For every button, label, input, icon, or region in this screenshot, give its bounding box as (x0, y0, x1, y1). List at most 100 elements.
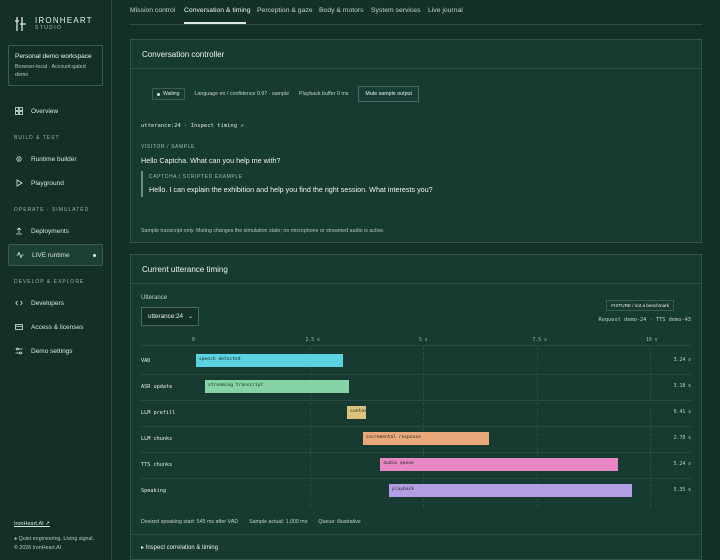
x-tick-label: 2.5 s (305, 338, 320, 343)
inspect-timing-link[interactable]: utterance:24 · Inspect timing ↗ (141, 123, 244, 129)
brand-name: IRONHEART (35, 16, 93, 25)
upload-icon (16, 227, 22, 235)
nav-playground-label: Playground (31, 179, 64, 187)
reply-block: CAPTCHA / SCRIPTED EXAMPLE Hello. I can … (141, 171, 441, 197)
row-value: 5.24 s (673, 462, 691, 467)
timing-bar[interactable]: incremental response (362, 432, 489, 445)
row-divider (141, 426, 691, 427)
nav-deployments-label: Deployments (31, 227, 69, 235)
fixture-badge: FIXTURE / not a benchmark (606, 300, 674, 311)
nav-runtime-builder-label: Runtime builder (31, 155, 77, 163)
tab-conversation-timing[interactable]: Conversation & timing (184, 7, 251, 14)
section-develop: DEVELOP & EXPLORE (14, 279, 85, 285)
tab-live-journal[interactable]: Live journal (428, 7, 463, 14)
code-icon (15, 300, 23, 306)
status-badge-label: Waiting (163, 91, 180, 97)
tab-system-services[interactable]: System services (371, 7, 420, 14)
row-label: Speaking (141, 488, 166, 494)
row-label: TTS chunks (141, 462, 173, 468)
sidebar: IRONHEART STUDIO Personal demo workspace… (0, 0, 112, 560)
brand-subtitle: STUDIO (35, 25, 63, 31)
nav-overview[interactable]: Overview (8, 100, 103, 122)
mute-sample-output-button[interactable]: Mute sample output (358, 86, 419, 102)
timeline-axis: 0 2.5 s 5 s 7.5 s 10 s (141, 338, 691, 346)
x-tick-label: 5 s (419, 338, 428, 343)
ironheart-logo-icon (15, 17, 26, 31)
chevron-down-icon: ⌄ (187, 314, 193, 320)
grid-line (309, 347, 311, 507)
row-value: 0.41 s (673, 410, 691, 415)
brand[interactable]: IRONHEART STUDIO (14, 15, 93, 33)
tab-perception-gaze[interactable]: Perception & gaze (257, 7, 313, 14)
grid-icon (15, 107, 23, 115)
row-divider (141, 452, 691, 453)
play-icon (16, 179, 23, 187)
queue-note: Queue: illustrative (318, 519, 361, 525)
nav-live-runtime[interactable]: LIVE runtime (8, 244, 103, 266)
workspace-title: Personal demo workspace (15, 53, 92, 60)
timing-bar[interactable]: streaming transcript (205, 380, 350, 393)
row-label: LLM chunks (141, 436, 173, 442)
tab-mission-control[interactable]: Mission control (130, 7, 175, 14)
x-tick-label: 7.5 s (532, 338, 547, 343)
footer-copyright: © 2026 IronHeart.AI (14, 545, 62, 551)
timing-bar[interactable]: context (347, 406, 366, 419)
reply-label: CAPTCHA / SCRIPTED EXAMPLE (149, 174, 243, 180)
utterance-timing-card: Current utterance timing Utterance utter… (130, 254, 702, 560)
tab-body-motors[interactable]: Body & motors (319, 7, 364, 14)
timing-footer: Desired speaking start: 545 ms after VAD… (141, 519, 372, 525)
row-label: VAD (141, 358, 151, 364)
nav-live-runtime-label: LIVE runtime (32, 251, 70, 259)
nav-demo-settings[interactable]: Demo settings (8, 340, 103, 362)
row-divider (141, 478, 691, 479)
playback-status: Playback buffer 0 ms (299, 91, 349, 97)
gear-icon (16, 156, 22, 162)
nav-runtime-builder[interactable]: Runtime builder (8, 148, 103, 170)
nav-playground[interactable]: Playground (8, 172, 103, 194)
footer-tagline: ● Quiet engineering. Living signal. (14, 536, 95, 542)
sample-actual: Sample actual: 1,000 ms (249, 519, 308, 525)
nav-developers-label: Developers (31, 299, 64, 307)
status-bar: Waiting Language en / confidence 0.97 · … (152, 86, 419, 102)
grid-line (536, 347, 538, 507)
utterance-select[interactable]: utterance:24 ⌄ (141, 307, 199, 326)
sample-transcript-note: Sample transcript only. Muting changes t… (141, 228, 385, 234)
activity-icon (16, 251, 24, 259)
grid-line (650, 347, 651, 507)
row-divider (141, 400, 691, 401)
row-value: 3.18 s (673, 384, 691, 389)
timing-bar[interactable]: audio queue (380, 458, 619, 471)
desired-start: Desired speaking start: 545 ms after VAD (141, 519, 239, 525)
row-label: ASR update (141, 384, 173, 390)
request-id: Request demo-24 · TTS demo-43 (598, 317, 691, 323)
workspace-card[interactable]: Personal demo workspace Browser-local · … (8, 45, 103, 86)
nav-overview-label: Overview (31, 107, 59, 115)
nav-developers[interactable]: Developers (8, 292, 103, 314)
nav-access-licenses-label: Access & licenses (31, 323, 84, 331)
sliders-icon (15, 347, 23, 355)
grid-line (423, 347, 424, 507)
divider (131, 534, 701, 535)
row-value: 2.78 s (673, 436, 691, 441)
footer-external-link[interactable]: IronHeart.AI ↗ (14, 521, 50, 527)
active-tab-indicator (184, 22, 246, 24)
visitor-label: VISITOR / SAMPLE (141, 144, 195, 150)
timing-bar[interactable]: playback (388, 484, 632, 497)
conversation-controller-card: Conversation controller Waiting Language… (130, 39, 702, 243)
section-operate: OPERATE · SIMULATED (14, 207, 90, 213)
workspace-subtitle: Browser-local · Account-gated demo (15, 64, 86, 78)
utterance-select-value: utterance:24 (148, 313, 184, 320)
reply-message: Hello. I can explain the exhibition and … (149, 185, 433, 194)
timing-bar[interactable]: speech detected (196, 354, 344, 367)
nav-access-licenses[interactable]: Access & licenses (8, 316, 103, 338)
row-label: LLM prefill (141, 410, 176, 416)
conversation-controller-title: Conversation controller (131, 40, 701, 69)
active-dot-icon (93, 254, 96, 257)
visitor-message: Hello Captcha. What can you help me with… (141, 156, 281, 165)
card-icon (15, 324, 23, 330)
inspect-correlation-toggle[interactable]: ▸ Inspect correlation & timing (141, 544, 218, 551)
status-dot-icon (157, 92, 160, 96)
nav-deployments[interactable]: Deployments (8, 220, 103, 242)
section-build-test: BUILD & TEST (14, 135, 60, 141)
x-tick-label: 0 (192, 338, 195, 343)
